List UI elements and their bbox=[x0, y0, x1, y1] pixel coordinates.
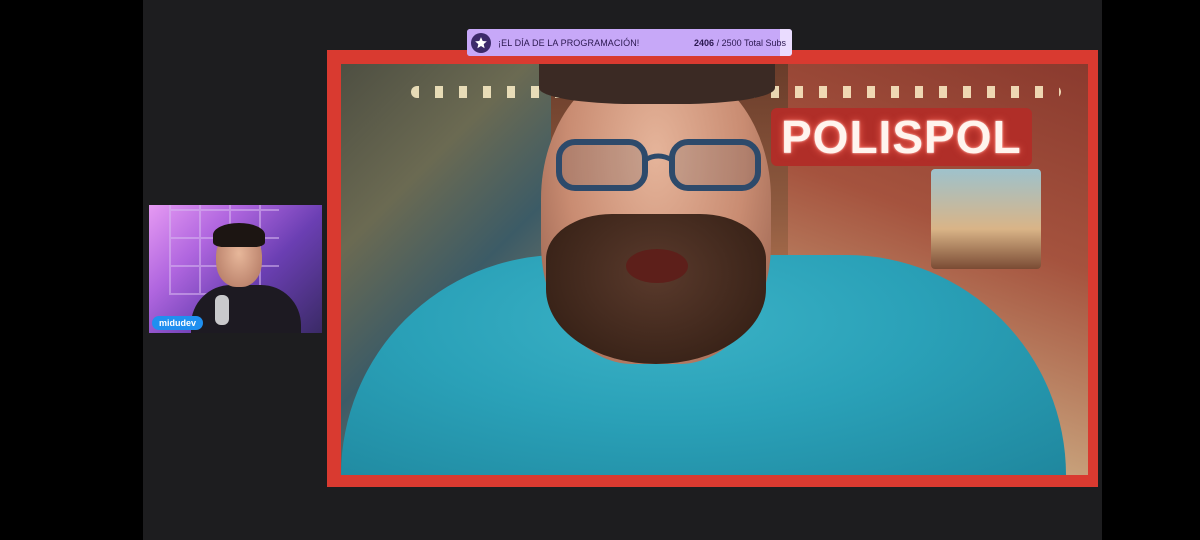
webcam-person-body bbox=[191, 285, 301, 333]
webcam-feed bbox=[149, 205, 322, 333]
webcam-person-hair bbox=[213, 223, 265, 247]
person-mouth bbox=[626, 249, 688, 283]
goal-title: ¡EL DÍA DE LA PROGRAMACIÓN! bbox=[498, 37, 640, 48]
star-icon bbox=[471, 32, 491, 53]
webcam-person bbox=[191, 223, 301, 333]
wall-poster bbox=[931, 169, 1041, 269]
goal-separator: / bbox=[716, 37, 720, 48]
main-video: POLISPOL bbox=[341, 64, 1088, 475]
goal-count: 2406 / 2500 Total Subs bbox=[694, 38, 786, 48]
goal-current: 2406 bbox=[694, 37, 715, 48]
streamer-name-tag: midudev bbox=[152, 316, 204, 330]
main-video-frame: POLISPOL bbox=[327, 50, 1098, 487]
neon-sign: POLISPOL bbox=[771, 108, 1032, 166]
microphone-icon bbox=[215, 295, 229, 325]
sub-goal-bar: ¡EL DÍA DE LA PROGRAMACIÓN! 2406 / 2500 … bbox=[467, 29, 792, 56]
person-beard bbox=[546, 214, 766, 364]
glasses-icon bbox=[556, 139, 761, 191]
goal-target: 2500 Total Subs bbox=[721, 37, 786, 48]
person-hair bbox=[539, 64, 775, 104]
